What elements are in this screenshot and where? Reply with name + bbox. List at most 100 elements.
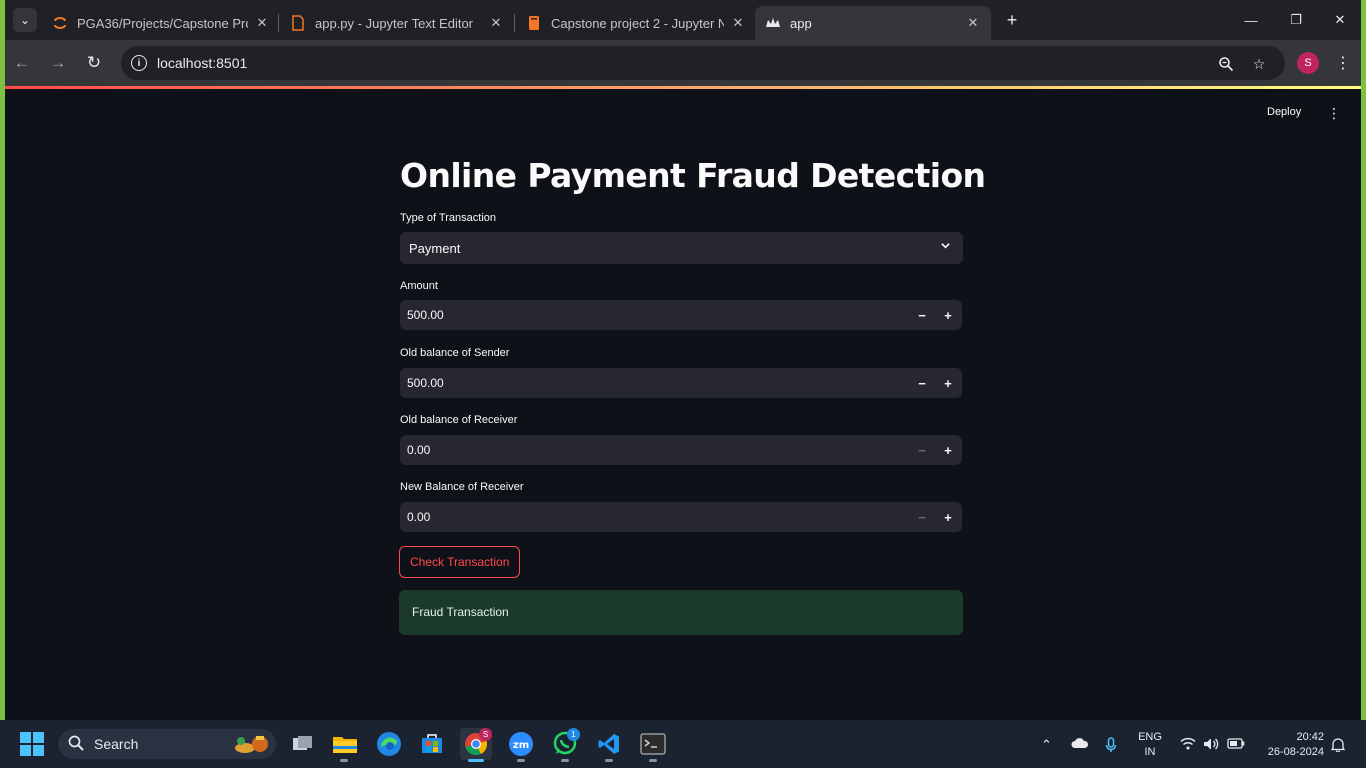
new-balance-receiver-label: New Balance of Receiver	[400, 481, 524, 493]
page-viewport: Deploy ⋮ Online Payment Fraud Detection …	[5, 86, 1361, 720]
tab-search-button[interactable]: ⌄	[13, 8, 37, 32]
deploy-button[interactable]: Deploy	[1267, 106, 1301, 118]
restore-icon: ❐	[1290, 12, 1302, 27]
main-menu-button[interactable]: ⋮	[1327, 106, 1341, 120]
search-highlight-icon	[232, 732, 272, 756]
new-tab-button[interactable]: +	[1001, 9, 1023, 31]
old-balance-receiver-input[interactable]: 0.00 − +	[400, 435, 962, 465]
close-icon: ✕	[1334, 12, 1346, 27]
clock-time: 20:42	[1296, 731, 1324, 743]
transaction-type-label: Type of Transaction	[400, 212, 496, 224]
address-bar[interactable]: i localhost:8501 ☆	[121, 46, 1285, 80]
minimize-button[interactable]: —	[1239, 8, 1263, 32]
amount-value[interactable]: 500.00	[407, 308, 444, 322]
site-info-icon[interactable]: i	[131, 55, 147, 71]
vscode-icon[interactable]	[593, 728, 625, 760]
increment-button[interactable]: +	[936, 305, 960, 325]
reload-icon: ↻	[86, 53, 102, 72]
tab-title: app	[790, 15, 812, 31]
jupyter-icon	[52, 15, 68, 31]
running-indicator	[605, 759, 613, 762]
tab-separator	[278, 14, 279, 32]
profile-avatar[interactable]: S	[1297, 52, 1319, 74]
old-balance-sender-label: Old balance of Sender	[400, 347, 510, 359]
close-icon[interactable]: ✕	[730, 15, 746, 31]
task-view-icon[interactable]	[286, 728, 318, 760]
old-balance-sender-input[interactable]: 500.00 − +	[400, 368, 962, 398]
decrement-button[interactable]: −	[910, 373, 934, 393]
arrow-right-icon: →	[49, 53, 67, 72]
minimize-icon: —	[1244, 12, 1258, 28]
increment-button[interactable]: +	[936, 373, 960, 393]
url-text[interactable]: localhost:8501	[157, 55, 247, 71]
zoom-app-icon[interactable]: zm	[505, 728, 537, 760]
decrement-button[interactable]: −	[910, 507, 934, 527]
new-balance-receiver-input[interactable]: 0.00 − +	[400, 502, 962, 532]
file-explorer-icon[interactable]	[329, 728, 361, 760]
input-language-indicator[interactable]: ENG IN	[1138, 730, 1162, 760]
increment-button[interactable]: +	[936, 440, 960, 460]
check-transaction-button[interactable]: Check Transaction	[399, 546, 521, 578]
tab-title: Capstone project 2 - Jupyter Ne	[551, 15, 724, 31]
running-indicator	[561, 759, 569, 762]
running-indicator	[517, 759, 525, 762]
tab-app[interactable]: app ✕	[755, 6, 991, 40]
microphone-icon[interactable]	[1105, 737, 1117, 756]
taskbar-search[interactable]: Search	[58, 729, 276, 759]
tab-separator	[514, 14, 515, 32]
close-icon[interactable]: ✕	[254, 15, 270, 31]
close-icon[interactable]: ✕	[965, 15, 981, 31]
old-balance-sender-value[interactable]: 500.00	[407, 376, 444, 390]
forward-button[interactable]: →	[46, 51, 70, 75]
zoom-icon[interactable]	[1217, 55, 1235, 73]
tab-title: app.py - Jupyter Text Editor	[315, 15, 474, 31]
amount-input[interactable]: 500.00 − +	[400, 300, 962, 330]
chevron-down-icon: ⌄	[19, 13, 31, 27]
wifi-icon[interactable]	[1180, 737, 1196, 753]
decrement-button[interactable]: −	[910, 440, 934, 460]
transaction-type-select[interactable]: Payment	[400, 232, 963, 264]
search-icon	[68, 735, 84, 755]
profile-initial: S	[1304, 57, 1312, 69]
language-region: IN	[1144, 746, 1156, 758]
chevron-down-icon	[940, 240, 951, 254]
active-indicator	[468, 759, 484, 762]
tab-capstone-notebook[interactable]: Capstone project 2 - Jupyter Ne ✕	[516, 6, 756, 40]
back-button[interactable]: ←	[10, 51, 34, 75]
browser-menu-button[interactable]: ⋮	[1333, 52, 1353, 74]
volume-icon[interactable]	[1203, 737, 1219, 754]
microsoft-store-icon[interactable]	[416, 728, 448, 760]
terminal-icon[interactable]	[637, 728, 669, 760]
running-indicator	[649, 759, 657, 762]
language-code: ENG	[1138, 731, 1162, 743]
whatsapp-badge-text: 1	[571, 730, 576, 739]
page-title: Online Payment Fraud Detection	[400, 156, 986, 195]
restore-button[interactable]: ❐	[1284, 8, 1308, 32]
close-icon[interactable]: ✕	[488, 15, 504, 31]
new-balance-receiver-value[interactable]: 0.00	[407, 510, 430, 524]
result-alert: Fraud Transaction	[399, 590, 963, 635]
running-indicator	[340, 759, 348, 762]
windows-start-icon[interactable]	[20, 732, 44, 756]
onedrive-cloud-icon[interactable]	[1071, 737, 1089, 752]
more-vertical-icon: ⋮	[1335, 55, 1351, 72]
clock-date: 26-08-2024	[1267, 746, 1324, 758]
decrement-button[interactable]: −	[910, 305, 934, 325]
selected-value: Payment	[409, 241, 461, 256]
tab-app-py-editor[interactable]: app.py - Jupyter Text Editor ✕	[280, 6, 514, 40]
close-window-button[interactable]: ✕	[1328, 8, 1352, 32]
chrome-profile-badge: S	[479, 728, 492, 741]
reload-button[interactable]: ↻	[82, 51, 106, 75]
bookmark-star-icon[interactable]: ☆	[1250, 55, 1268, 73]
old-balance-receiver-label: Old balance of Receiver	[400, 414, 518, 426]
result-message: Fraud Transaction	[412, 605, 509, 619]
edge-icon[interactable]	[373, 728, 405, 760]
search-label: Search	[94, 736, 139, 752]
tab-jupyter-projects[interactable]: PGA36/Projects/Capstone Proje ✕	[42, 6, 280, 40]
increment-button[interactable]: +	[936, 507, 960, 527]
notification-bell-icon[interactable]	[1330, 737, 1346, 755]
show-hidden-icons-chevron-up-icon[interactable]: ⌃	[1041, 737, 1052, 753]
old-balance-receiver-value[interactable]: 0.00	[407, 443, 430, 457]
system-clock[interactable]: 20:42 26-08-2024	[1256, 730, 1324, 760]
battery-charging-icon[interactable]	[1227, 737, 1245, 752]
